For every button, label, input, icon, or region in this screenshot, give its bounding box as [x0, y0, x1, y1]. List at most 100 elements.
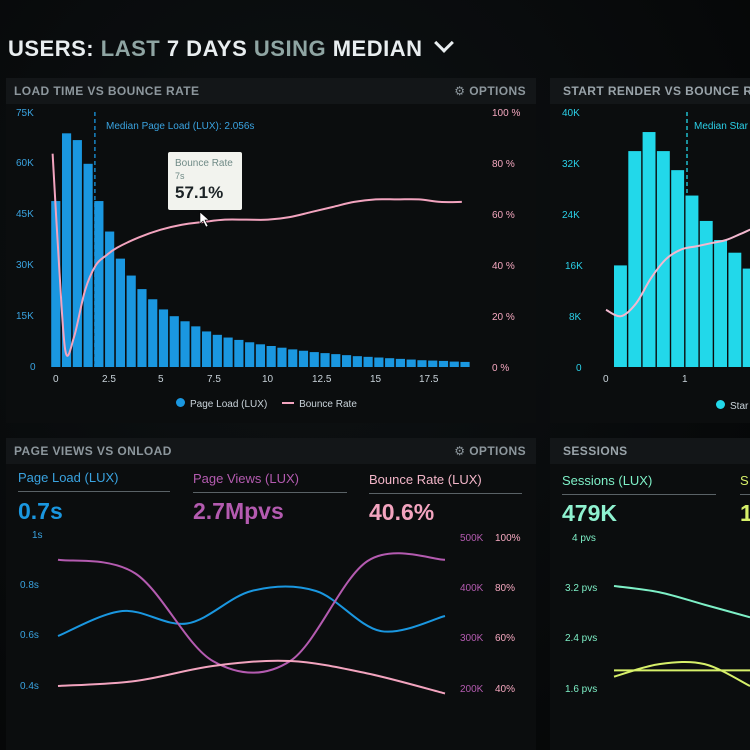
kpi-second-value: 1 [740, 500, 750, 526]
p4-ytick: 4 pvs [572, 533, 596, 544]
page-load-bar [245, 342, 255, 367]
start-render-bar [642, 132, 656, 367]
page-load-bar [395, 358, 405, 367]
start-render-bar [714, 240, 727, 367]
page-load-bar [363, 356, 373, 367]
p1-ytick-right: 40 % [492, 261, 515, 272]
page-load-bar [309, 352, 319, 367]
legend-start[interactable]: Star [730, 401, 748, 412]
kpi-page-views-label: Page Views (LUX) [193, 471, 299, 486]
page-load-bar [137, 289, 147, 367]
p1-ytick: 75K [16, 108, 34, 119]
p3-ytick-mid: 500K [460, 533, 484, 544]
p4-ytick: 2.4 pvs [565, 633, 598, 644]
p1-ytick-right: 60 % [492, 210, 515, 221]
p3-ytick-mid: 400K [460, 583, 484, 594]
p1-legend: Page Load (LUX) Bounce Rate [176, 398, 357, 410]
p1-ytick: 45K [16, 209, 34, 220]
kpi-second-label: S [740, 473, 749, 488]
p2-legend: Star [716, 400, 748, 412]
bounce-rate-tooltip: Bounce Rate 7s 57.1% [168, 152, 242, 210]
p3-ytick: 1s [32, 530, 43, 541]
p3-ytick-mid: 300K [460, 633, 484, 644]
kpi-sessions-value: 479K [562, 500, 617, 526]
p4-ytick: 1.6 pvs [565, 684, 598, 695]
legend-line-icon [282, 402, 295, 404]
p1-xtick: 12.5 [312, 374, 332, 385]
p1-xtick: 15 [370, 374, 382, 385]
p1-xtick: 7.5 [207, 374, 221, 385]
page-load-bar [126, 275, 136, 367]
kpi-divider [18, 491, 170, 492]
p1-xtick: 17.5 [419, 374, 439, 385]
page-load-bar [341, 355, 352, 367]
p1-ytick-right: 80 % [492, 159, 515, 170]
start-render-bar [728, 252, 742, 367]
p2-ytick: 40K [562, 108, 580, 119]
p2-ytick: 16K [565, 261, 583, 272]
page-load-bar [428, 360, 438, 367]
p2-xtick: 1 [682, 374, 688, 385]
page-load-bar [223, 337, 233, 367]
tooltip-title: Bounce Rate [175, 158, 233, 169]
page-load-bar [460, 361, 470, 367]
p1-xtick: 10 [262, 374, 274, 385]
kpi-divider [193, 492, 347, 493]
kpi-bounce-rate-label: Bounce Rate (LUX) [369, 472, 482, 487]
p3-ytick-right: 60% [495, 633, 516, 644]
page-load-bar [288, 349, 298, 367]
page-load-bar [266, 346, 276, 367]
page-load-bar [94, 201, 104, 367]
kpi-page-views-value: 2.7Mpvs [193, 498, 284, 524]
p1-ytick-right: 20 % [492, 312, 515, 323]
tooltip-sub: 7s [175, 171, 185, 181]
tooltip-value: 57.1% [175, 183, 224, 202]
page-load-bar [374, 357, 384, 367]
p3-ytick-right: 100% [495, 533, 521, 544]
page-load-bar [298, 350, 309, 367]
page-load-bar [212, 334, 222, 367]
start-render-bar [656, 151, 670, 367]
p3-ytick-mid: 200K [460, 684, 484, 695]
kpi-bounce-rate-value: 40.6% [369, 499, 435, 525]
page-load-bar [406, 359, 416, 367]
page-load-bar [438, 360, 449, 367]
page-load-bar [148, 299, 158, 367]
p3-ytick-right: 40% [495, 684, 516, 695]
tertiary-line [613, 660, 750, 687]
start-render-bar [671, 170, 685, 367]
p1-xtick: 5 [158, 374, 164, 385]
page-load-bar [180, 321, 190, 367]
p3-ytick-right: 80% [495, 583, 516, 594]
p1-ytick: 60K [16, 158, 34, 169]
page-load-bar [449, 361, 459, 367]
legend-dot-icon [176, 398, 185, 407]
p2-ytick: 0 [576, 363, 582, 374]
p3-ytick: 0.8s [20, 580, 39, 591]
p3-ytick: 0.6s [20, 630, 39, 641]
page-load-bar [277, 347, 287, 367]
p1-xtick: 2.5 [102, 374, 116, 385]
p4-ytick: 3.2 pvs [565, 583, 598, 594]
p1-ytick-right: 0 % [492, 363, 510, 374]
p1-xtick: 0 [53, 374, 59, 385]
kpi-divider [369, 493, 522, 494]
kpi-page-load-value: 0.7s [18, 498, 63, 524]
p2-xtick: 0 [603, 374, 609, 385]
page-load-bar [169, 316, 179, 367]
page-load-bar [201, 331, 212, 367]
page-load-bar [352, 356, 362, 367]
p2-ytick: 24K [562, 210, 580, 221]
p2-ytick: 8K [569, 312, 582, 323]
legend-bounce-rate[interactable]: Bounce Rate [299, 399, 357, 410]
bounce-rate-line [57, 659, 446, 695]
page-load-bar [158, 309, 169, 367]
legend-page-load[interactable]: Page Load (LUX) [190, 399, 267, 410]
page-load-bar [115, 258, 125, 367]
median-page-load-label: Median Page Load (LUX): 2.056s [106, 121, 255, 132]
dashboard-screen: USERS: LAST 7 DAYS USING MEDIAN LOAD TIM… [0, 0, 750, 750]
p1-ytick-right: 100 % [492, 108, 521, 119]
page-load-line [57, 585, 446, 637]
page-load-bar [331, 354, 341, 367]
start-render-bar [742, 268, 750, 367]
